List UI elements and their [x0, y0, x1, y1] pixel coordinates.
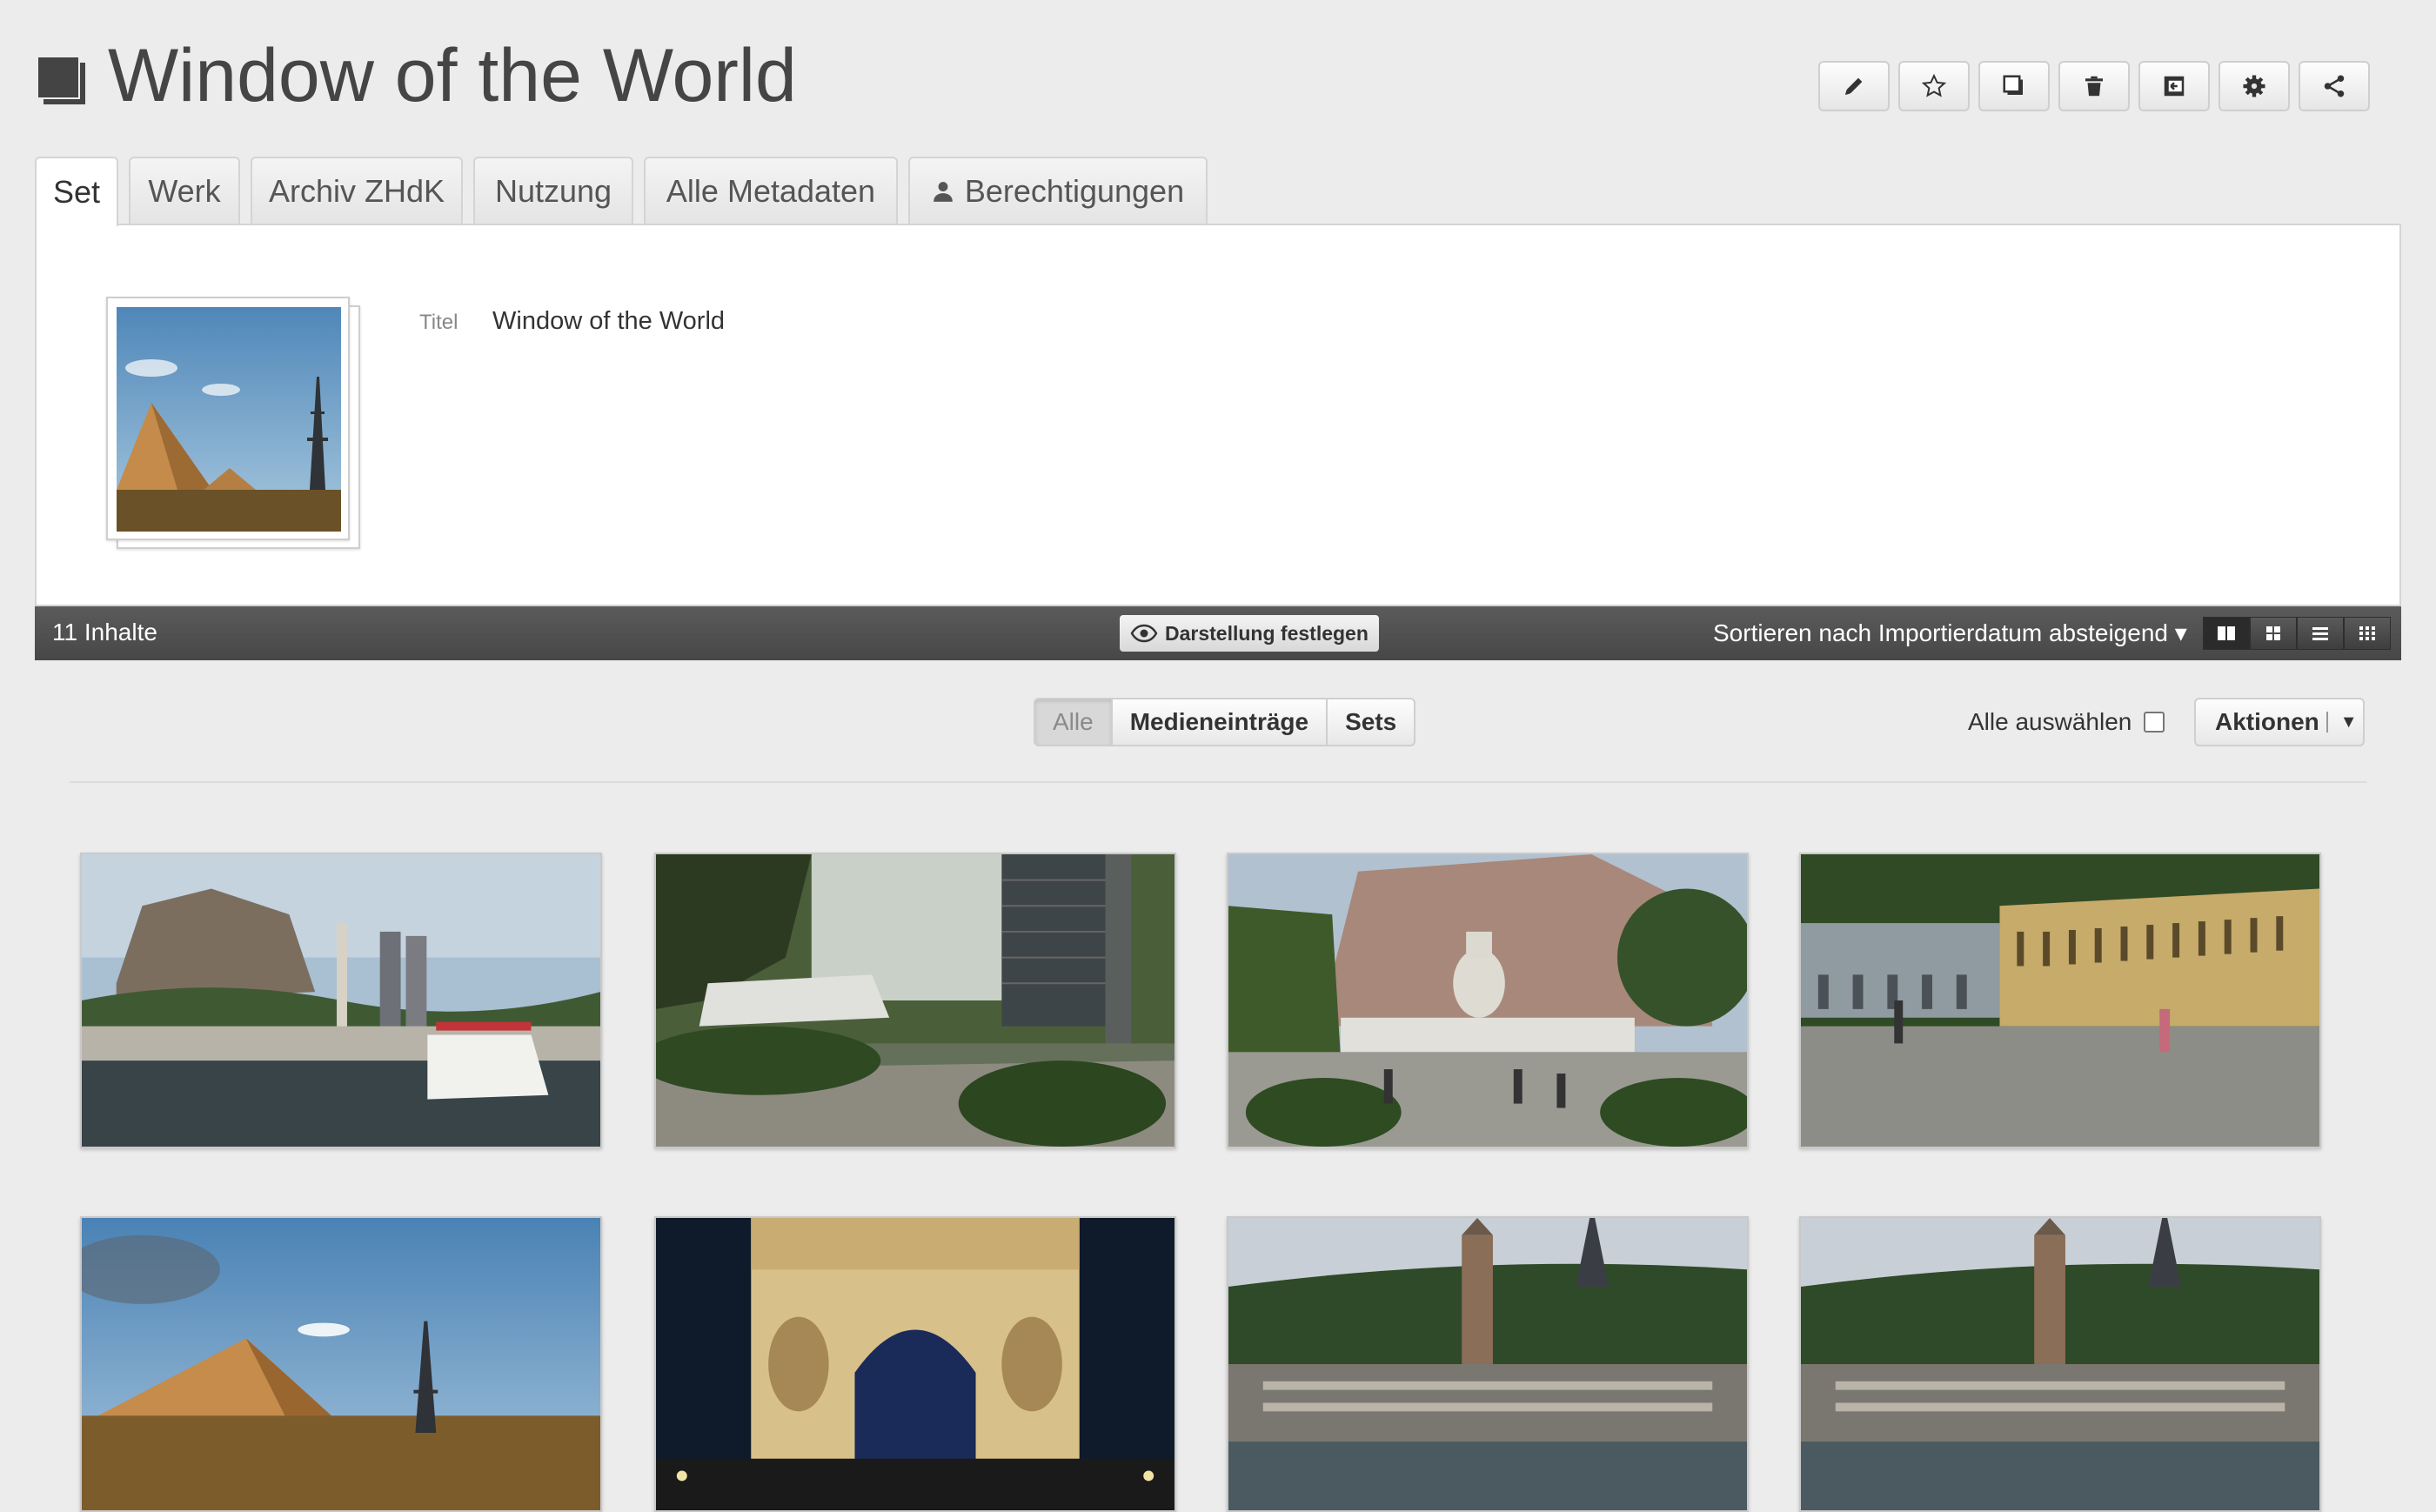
venice-eiffel-photo-2	[1801, 1218, 2319, 1510]
eye-icon	[1130, 624, 1158, 643]
caret-down-icon: ▼	[2339, 712, 2358, 732]
gear-icon	[2243, 75, 2265, 97]
tab-label: Werk	[148, 173, 221, 209]
add-to-set-button[interactable]	[1978, 61, 2050, 111]
tab-label: Set	[52, 174, 101, 210]
media-entry-thumbnail[interactable]	[654, 1216, 1176, 1512]
tab-label: Archiv ZHdK	[268, 173, 445, 209]
media-entry-thumbnail[interactable]	[80, 1216, 602, 1512]
tab-berechtigungen[interactable]: Berechtigungen	[908, 157, 1208, 224]
actions-dropdown[interactable]: Aktionen ▼	[2194, 698, 2365, 746]
filter-sets-button[interactable]: Sets	[1326, 698, 1416, 746]
view-switcher	[2203, 617, 2391, 650]
select-all[interactable]: Alle auswählen	[1968, 708, 2165, 736]
share-icon	[2324, 75, 2345, 97]
view-grid-button[interactable]	[2250, 617, 2297, 650]
transfer-button[interactable]	[2138, 61, 2210, 111]
list-icon	[2312, 627, 2328, 640]
venice-eiffel-photo	[1228, 1218, 1747, 1510]
favorite-button[interactable]	[1898, 61, 1970, 111]
select-all-checkbox[interactable]	[2144, 712, 2165, 733]
filter-all-button[interactable]: Alle	[1034, 698, 1113, 746]
pyramid-eiffel-photo	[82, 1218, 600, 1510]
actions-label: Aktionen	[2215, 708, 2319, 735]
media-entry-thumbnail[interactable]	[1799, 853, 2321, 1148]
view-list-button[interactable]	[2297, 617, 2344, 650]
arc-de-triomphe-night-photo	[656, 1218, 1174, 1510]
type-filter: Alle Medieneinträge Sets	[1034, 698, 1416, 746]
media-entry-thumbnail[interactable]	[1227, 1216, 1749, 1512]
pencil-icon	[1845, 77, 1863, 95]
sort-dropdown[interactable]: Sortieren nach Importierdatum absteigend…	[1713, 619, 2187, 647]
tab-werk[interactable]: Werk	[129, 157, 240, 224]
set-info-panel: Titel Window of the World	[35, 224, 2401, 606]
tab-label: Nutzung	[494, 173, 612, 209]
share-button[interactable]	[2299, 61, 2370, 111]
person-icon	[934, 182, 953, 202]
cover-image	[117, 307, 341, 532]
tab-label: Berechtigungen	[964, 173, 1185, 209]
media-entry-thumbnail[interactable]	[1227, 853, 1749, 1148]
edit-button[interactable]	[1818, 61, 1890, 111]
select-all-label: Alle auswählen	[1968, 708, 2132, 735]
garden-skyscraper-photo	[656, 854, 1174, 1147]
set-layout-button[interactable]: Darstellung festlegen	[1120, 615, 1379, 652]
settings-button[interactable]	[2218, 61, 2290, 111]
castle-city-miniature-photo	[82, 854, 600, 1147]
tab-alle-metadaten[interactable]: Alle Metadaten	[644, 157, 898, 224]
title-label: Titel	[419, 311, 458, 334]
set-add-icon	[2003, 75, 2023, 95]
page-title: Window of the World	[108, 34, 797, 117]
capitol-miniature-photo	[1228, 854, 1747, 1147]
transfer-icon	[2164, 76, 2185, 97]
media-entry-thumbnail[interactable]	[80, 853, 602, 1148]
view-miniature-button[interactable]	[2344, 617, 2391, 650]
delete-button[interactable]	[2058, 61, 2130, 111]
divider	[2326, 712, 2328, 733]
courtyard-arcades-photo	[1801, 854, 2319, 1147]
tab-label: Alle Metadaten	[666, 173, 876, 209]
media-entry-thumbnail[interactable]	[1799, 1216, 2321, 1512]
tab-set[interactable]: Set	[35, 157, 118, 226]
trash-icon	[2085, 76, 2103, 97]
content-count: 11 Inhalte	[52, 619, 157, 646]
set-cover-thumbnail[interactable]	[106, 297, 360, 549]
set-icon	[37, 56, 85, 104]
divider	[70, 781, 2366, 783]
set-layout-label: Darstellung festlegen	[1165, 621, 1369, 645]
tab-archiv-zhdk[interactable]: Archiv ZHdK	[251, 157, 463, 224]
view-tiles-button[interactable]	[2203, 617, 2250, 650]
content-bar: 11 Inhalte Darstellung festlegen Sortier…	[35, 606, 2401, 660]
miniature-icon	[2359, 626, 2375, 640]
star-icon	[1921, 73, 1947, 97]
grid-icon	[2266, 626, 2280, 640]
tiles-icon	[2218, 626, 2235, 640]
tab-nutzung[interactable]: Nutzung	[473, 157, 633, 224]
filter-media-entries-button[interactable]: Medieneinträge	[1110, 698, 1328, 746]
media-entry-thumbnail[interactable]	[654, 853, 1176, 1148]
title-value: Window of the World	[492, 307, 726, 335]
